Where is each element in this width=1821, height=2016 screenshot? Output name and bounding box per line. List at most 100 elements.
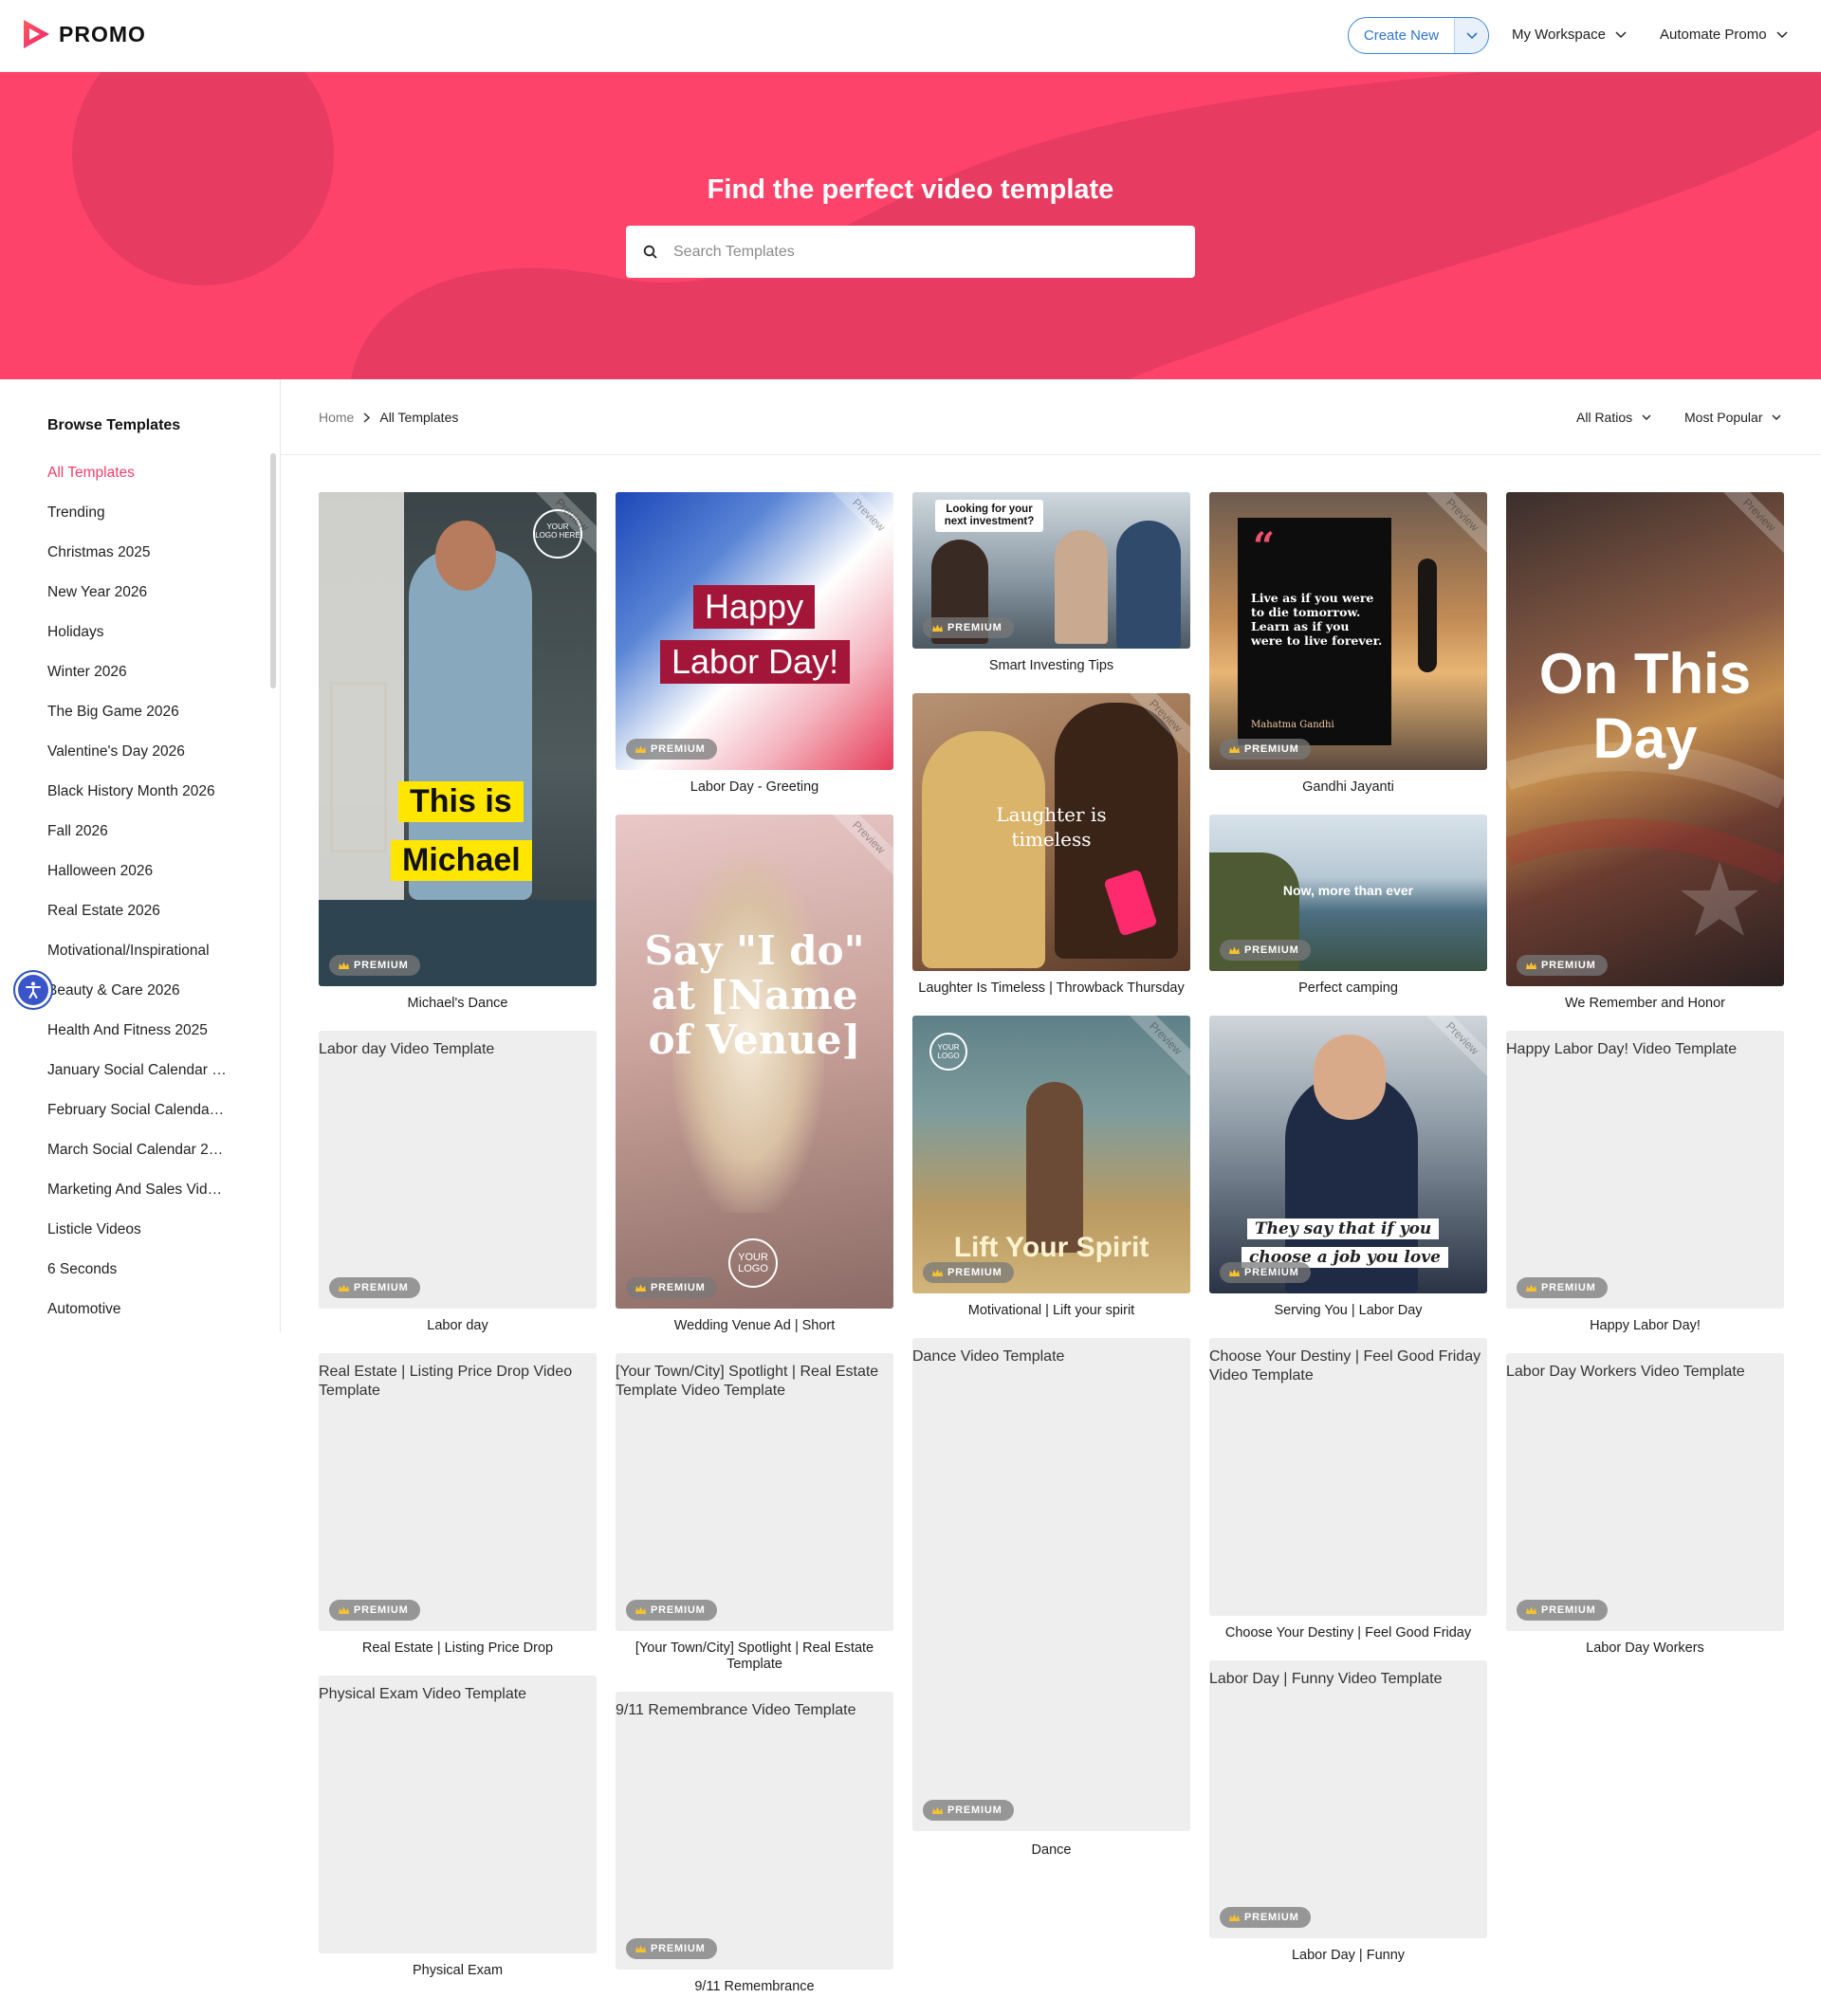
template-thumbnail[interactable]: YOUR LOGO Lift Your Spirit Preview PREMI… — [912, 1016, 1190, 1293]
sidebar-item-big-game[interactable]: The Big Game 2026 — [47, 702, 228, 742]
search-bar[interactable] — [626, 226, 1195, 278]
sidebar-item-trending[interactable]: Trending — [47, 503, 228, 542]
sort-dropdown[interactable]: Most Popular — [1684, 410, 1781, 425]
template-card-smart-investing[interactable]: Looking for your next investment? PREMIU… — [912, 492, 1190, 674]
template-caption[interactable]: Serving You | Labor Day — [1209, 1303, 1487, 1319]
template-thumbnail[interactable]: They say that if you choose a job you lo… — [1209, 1016, 1487, 1293]
template-thumbnail[interactable]: Labor Day | Funny Video Template PREMIUM — [1209, 1660, 1487, 1938]
template-caption[interactable]: Perfect camping — [1209, 981, 1487, 997]
template-card-wedding-venue[interactable]: Say "I do" at [Name of Venue] YOUR LOGO … — [616, 815, 893, 1334]
template-thumbnail[interactable]: [Your Town/City] Spotlight | Real Estate… — [616, 1353, 893, 1631]
template-card-labor-day-workers[interactable]: Labor Day Workers Video Template PREMIUM… — [1506, 1353, 1784, 1657]
template-caption[interactable]: Physical Exam — [319, 1963, 597, 1979]
template-caption[interactable]: We Remember and Honor — [1506, 996, 1784, 1012]
sidebar-item-new-year[interactable]: New Year 2026 — [47, 582, 228, 622]
overlay-text: Michael — [391, 840, 532, 881]
sidebar-item-marketing-sales[interactable]: Marketing And Sales Videos — [47, 1180, 228, 1219]
template-caption[interactable]: Motivational | Lift your spirit — [912, 1303, 1190, 1319]
search-input[interactable] — [673, 243, 1167, 261]
sidebar-item-march-calendar[interactable]: March Social Calendar 2026 — [47, 1140, 228, 1180]
template-caption[interactable]: Gandhi Jayanti — [1209, 779, 1487, 796]
template-thumbnail[interactable]: Looking for your next investment? PREMIU… — [912, 492, 1190, 649]
template-thumbnail[interactable]: Labor Day Workers Video Template PREMIUM — [1506, 1353, 1784, 1631]
crown-icon — [932, 624, 943, 632]
template-card-perfect-camping[interactable]: Now, more than ever PREMIUM Perfect camp… — [1209, 815, 1487, 997]
sidebar-item-holidays[interactable]: Holidays — [47, 622, 228, 662]
template-card-dance[interactable]: Dance Video Template PREMIUM Dance — [912, 1338, 1190, 1859]
template-card-labor-day[interactable]: Labor day Video Template PREMIUM Labor d… — [319, 1031, 597, 1334]
sidebar-item-fall[interactable]: Fall 2026 — [47, 821, 228, 861]
promo-logo[interactable]: PROMO — [21, 17, 146, 51]
template-caption[interactable]: Labor Day Workers — [1506, 1640, 1784, 1657]
sidebar-item-halloween[interactable]: Halloween 2026 — [47, 861, 228, 901]
template-caption[interactable]: 9/11 Remembrance — [616, 1979, 893, 1995]
template-card-town-spotlight[interactable]: [Your Town/City] Spotlight | Real Estate… — [616, 1353, 893, 1673]
template-card-gandhi-jayanti[interactable]: “ Live as if you were to die tomorrow. L… — [1209, 492, 1487, 796]
template-caption[interactable]: Dance — [912, 1842, 1190, 1859]
template-thumbnail[interactable]: Real Estate | Listing Price Drop Video T… — [319, 1353, 597, 1631]
template-thumbnail[interactable]: YOUR LOGO HERE This is Michael Preview P… — [319, 492, 597, 986]
template-caption[interactable]: Laughter Is Timeless | Throwback Thursda… — [912, 981, 1190, 997]
template-caption[interactable]: Michael's Dance — [319, 996, 597, 1012]
template-caption[interactable]: Labor day — [319, 1318, 597, 1334]
template-card-physical-exam[interactable]: Physical Exam Video Template Physical Ex… — [319, 1676, 597, 1979]
automate-promo-menu[interactable]: Automate Promo — [1660, 27, 1788, 43]
template-caption[interactable]: Labor Day - Greeting — [616, 779, 893, 796]
premium-badge: PREMIUM — [1517, 1277, 1608, 1298]
sidebar-item-health-fitness[interactable]: Health And Fitness 2025 — [47, 1020, 228, 1060]
template-card-laughter[interactable]: Laughter is timeless Preview Laughter Is… — [912, 693, 1190, 997]
template-caption[interactable]: Wedding Venue Ad | Short — [616, 1318, 893, 1334]
sidebar-item-january-calendar[interactable]: January Social Calendar 2026 — [47, 1060, 228, 1100]
sidebar-item-beauty[interactable]: Beauty & Care 2026 — [47, 981, 228, 1020]
sidebar-item-all-templates[interactable]: All Templates — [47, 463, 228, 503]
ratio-filter-dropdown[interactable]: All Ratios — [1576, 410, 1651, 425]
template-thumbnail[interactable]: On This Day Preview PREMIUM — [1506, 492, 1784, 986]
template-thumbnail[interactable]: Choose Your Destiny | Feel Good Friday V… — [1209, 1338, 1487, 1616]
template-thumbnail[interactable]: Laughter is timeless Preview — [912, 693, 1190, 971]
template-caption[interactable]: Labor Day | Funny — [1209, 1948, 1487, 1964]
template-caption[interactable]: [Your Town/City] Spotlight | Real Estate… — [616, 1640, 893, 1673]
template-caption[interactable]: Smart Investing Tips — [912, 658, 1190, 674]
template-thumbnail[interactable]: Happy Labor Day! Preview PREMIUM — [616, 492, 893, 770]
template-card-choose-destiny[interactable]: Choose Your Destiny | Feel Good Friday V… — [1209, 1338, 1487, 1641]
sidebar-item-automotive[interactable]: Automotive — [47, 1299, 228, 1339]
template-card-happy-labor-day[interactable]: Happy Labor Day! Video Template PREMIUM … — [1506, 1031, 1784, 1334]
template-thumbnail[interactable]: Now, more than ever PREMIUM — [1209, 815, 1487, 971]
my-workspace-menu[interactable]: My Workspace — [1512, 27, 1627, 43]
template-thumbnail[interactable]: Physical Exam Video Template — [319, 1676, 597, 1953]
template-caption[interactable]: Happy Labor Day! — [1506, 1318, 1784, 1334]
accessibility-button[interactable] — [13, 970, 53, 1010]
sidebar-item-black-history[interactable]: Black History Month 2026 — [47, 781, 228, 821]
template-card-labor-day-greeting[interactable]: Happy Labor Day! Preview PREMIUM Labor D… — [616, 492, 893, 796]
sidebar-item-listicle[interactable]: Listicle Videos — [47, 1219, 228, 1259]
template-thumbnail[interactable]: Say "I do" at [Name of Venue] YOUR LOGO … — [616, 815, 893, 1309]
chevron-down-icon — [1615, 30, 1627, 38]
premium-badge: PREMIUM — [1517, 955, 1608, 976]
template-card-labor-day-funny[interactable]: Labor Day | Funny Video Template PREMIUM… — [1209, 1660, 1487, 1964]
template-caption[interactable]: Choose Your Destiny | Feel Good Friday — [1209, 1625, 1487, 1641]
template-card-serving-you[interactable]: They say that if you choose a job you lo… — [1209, 1016, 1487, 1319]
template-caption[interactable]: Real Estate | Listing Price Drop — [319, 1640, 597, 1657]
template-card-michaels-dance[interactable]: YOUR LOGO HERE This is Michael Preview P… — [319, 492, 597, 1012]
template-card-on-this-day[interactable]: On This Day Preview PREMIUM We Remember … — [1506, 492, 1784, 1012]
template-card-price-drop[interactable]: Real Estate | Listing Price Drop Video T… — [319, 1353, 597, 1657]
sidebar-item-real-estate[interactable]: Real Estate 2026 — [47, 901, 228, 941]
template-card-lift-your-spirit[interactable]: YOUR LOGO Lift Your Spirit Preview PREMI… — [912, 1016, 1190, 1319]
sidebar-item-february-calendar[interactable]: February Social Calendar 2026 — [47, 1100, 228, 1140]
template-thumbnail[interactable]: Labor day Video Template PREMIUM — [319, 1031, 597, 1309]
template-thumbnail[interactable]: Dance Video Template PREMIUM — [912, 1338, 1190, 1831]
sidebar-item-motivational[interactable]: Motivational/Inspirational — [47, 941, 228, 981]
sidebar-scrollbar[interactable] — [270, 453, 276, 688]
sidebar-item-christmas[interactable]: Christmas 2025 — [47, 542, 228, 582]
sidebar-item-winter[interactable]: Winter 2026 — [47, 662, 228, 702]
chevron-down-icon[interactable] — [1454, 18, 1488, 53]
template-thumbnail[interactable]: 9/11 Remembrance Video Template PREMIUM — [616, 1692, 893, 1970]
breadcrumb-home[interactable]: Home — [319, 410, 354, 425]
template-thumbnail[interactable]: “ Live as if you were to die tomorrow. L… — [1209, 492, 1487, 770]
sidebar-item-6-seconds[interactable]: 6 Seconds — [47, 1259, 228, 1299]
template-card-911-remembrance[interactable]: 9/11 Remembrance Video Template PREMIUM … — [616, 1692, 893, 1995]
create-new-button[interactable]: Create New — [1348, 17, 1489, 54]
top-navigation-bar: PROMO Create New My Workspace Automate P… — [0, 0, 1821, 72]
template-thumbnail[interactable]: Happy Labor Day! Video Template PREMIUM — [1506, 1031, 1784, 1309]
sidebar-item-valentines[interactable]: Valentine's Day 2026 — [47, 742, 228, 781]
